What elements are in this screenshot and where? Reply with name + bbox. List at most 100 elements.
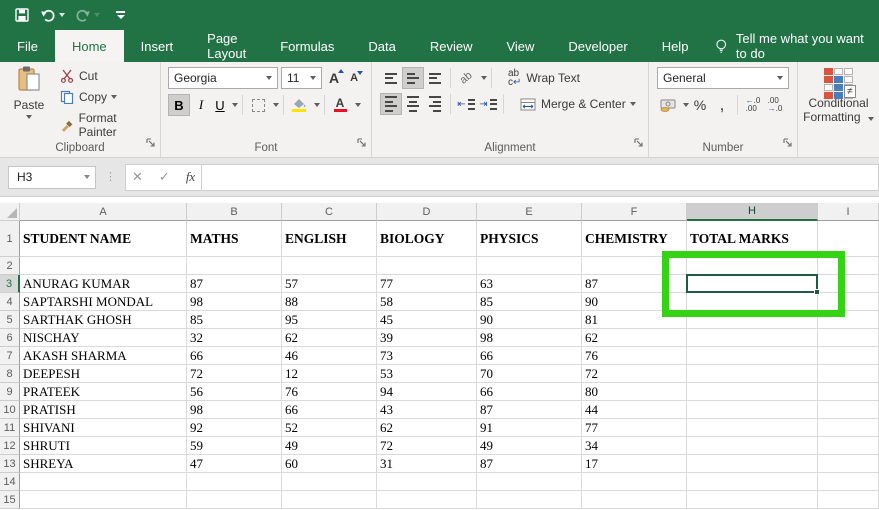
cell-C12[interactable]: 49 xyxy=(282,437,377,455)
cell-A5[interactable]: SARTHAK GHOSH xyxy=(20,311,187,329)
cell-A4[interactable]: SAPTARSHI MONDAL xyxy=(20,293,187,311)
font-color-button[interactable]: A xyxy=(329,94,351,116)
cell-C9[interactable]: 76 xyxy=(282,383,377,401)
cell-F13[interactable]: 17 xyxy=(582,455,687,473)
cell-D13[interactable]: 31 xyxy=(377,455,477,473)
cell-E12[interactable]: 49 xyxy=(477,437,582,455)
row-header-5[interactable]: 5 xyxy=(0,311,20,329)
cell-H6[interactable] xyxy=(687,329,818,347)
decrease-indent-button[interactable]: ⇤ xyxy=(455,93,477,115)
percent-style-button[interactable]: % xyxy=(689,94,711,116)
cell-D8[interactable]: 53 xyxy=(377,365,477,383)
increase-font-size-button[interactable]: A xyxy=(325,70,343,86)
font-color-caret[interactable] xyxy=(355,103,361,107)
column-header-F[interactable]: F xyxy=(582,203,687,221)
cell-A15[interactable] xyxy=(20,491,187,509)
cell-A1[interactable]: STUDENT NAME xyxy=(20,221,187,257)
cell-F11[interactable]: 77 xyxy=(582,419,687,437)
save-icon[interactable] xyxy=(14,7,30,23)
cell-I13[interactable] xyxy=(818,455,879,473)
cell-F15[interactable] xyxy=(582,491,687,509)
cell-E10[interactable]: 87 xyxy=(477,401,582,419)
column-header-B[interactable]: B xyxy=(187,203,282,221)
column-header-C[interactable]: C xyxy=(282,203,377,221)
cell-B7[interactable]: 66 xyxy=(187,347,282,365)
underline-button[interactable]: U xyxy=(212,94,228,116)
align-center-button[interactable] xyxy=(402,93,424,115)
fill-color-caret[interactable] xyxy=(314,103,320,107)
cell-E3[interactable]: 63 xyxy=(477,275,582,293)
cell-F10[interactable]: 44 xyxy=(582,401,687,419)
tab-developer[interactable]: Developer xyxy=(551,30,644,62)
borders-button[interactable] xyxy=(247,94,269,116)
fill-color-button[interactable] xyxy=(288,94,310,116)
row-header-7[interactable]: 7 xyxy=(0,347,20,365)
cell-B2[interactable] xyxy=(187,257,282,275)
cell-C7[interactable]: 46 xyxy=(282,347,377,365)
tab-page-layout[interactable]: Page Layout xyxy=(190,30,263,62)
row-header-6[interactable]: 6 xyxy=(0,329,20,347)
cell-C3[interactable]: 57 xyxy=(282,275,377,293)
cell-E11[interactable]: 91 xyxy=(477,419,582,437)
cell-A12[interactable]: SHRUTI xyxy=(20,437,187,455)
tab-review[interactable]: Review xyxy=(413,30,490,62)
cell-A2[interactable] xyxy=(20,257,187,275)
row-header-3[interactable]: 3 xyxy=(0,275,20,293)
bottom-align-button[interactable] xyxy=(424,67,446,89)
cell-B4[interactable]: 98 xyxy=(187,293,282,311)
cell-E8[interactable]: 70 xyxy=(477,365,582,383)
italic-button[interactable]: I xyxy=(190,94,212,116)
redo-button[interactable] xyxy=(75,8,100,23)
cell-F7[interactable]: 76 xyxy=(582,347,687,365)
cell-D4[interactable]: 58 xyxy=(377,293,477,311)
cell-C10[interactable]: 66 xyxy=(282,401,377,419)
cell-F6[interactable]: 62 xyxy=(582,329,687,347)
column-header-E[interactable]: E xyxy=(477,203,582,221)
cut-button[interactable]: Cut xyxy=(56,67,160,85)
cell-C4[interactable]: 88 xyxy=(282,293,377,311)
underline-caret[interactable] xyxy=(232,103,238,107)
tab-insert[interactable]: Insert xyxy=(124,30,191,62)
cell-A13[interactable]: SHREYA xyxy=(20,455,187,473)
middle-align-button[interactable] xyxy=(402,67,424,89)
tab-home[interactable]: Home xyxy=(55,30,124,62)
cell-F9[interactable]: 80 xyxy=(582,383,687,401)
cell-C15[interactable] xyxy=(282,491,377,509)
row-header-11[interactable]: 11 xyxy=(0,419,20,437)
row-header-15[interactable]: 15 xyxy=(0,491,20,509)
cell-B8[interactable]: 72 xyxy=(187,365,282,383)
cell-D1[interactable]: BIOLOGY xyxy=(377,221,477,257)
cell-B15[interactable] xyxy=(187,491,282,509)
cell-E14[interactable] xyxy=(477,473,582,491)
cell-F12[interactable]: 34 xyxy=(582,437,687,455)
accounting-format-button[interactable] xyxy=(657,94,679,116)
orientation-button[interactable]: ab xyxy=(455,67,477,89)
column-header-I[interactable]: I xyxy=(818,203,879,221)
cell-D10[interactable]: 43 xyxy=(377,401,477,419)
cell-B13[interactable]: 47 xyxy=(187,455,282,473)
cell-A11[interactable]: SHIVANI xyxy=(20,419,187,437)
wrap-text-button[interactable]: abc↵ Wrap Text xyxy=(504,67,584,89)
borders-caret[interactable] xyxy=(273,103,279,107)
cell-D3[interactable]: 77 xyxy=(377,275,477,293)
copy-button[interactable]: Copy xyxy=(56,88,160,106)
cell-H15[interactable] xyxy=(687,491,818,509)
cell-C14[interactable] xyxy=(282,473,377,491)
cell-H12[interactable] xyxy=(687,437,818,455)
cell-B12[interactable]: 59 xyxy=(187,437,282,455)
row-header-8[interactable]: 8 xyxy=(0,365,20,383)
cell-E5[interactable]: 90 xyxy=(477,311,582,329)
cell-E13[interactable]: 87 xyxy=(477,455,582,473)
cell-D6[interactable]: 39 xyxy=(377,329,477,347)
cell-I10[interactable] xyxy=(818,401,879,419)
row-header-2[interactable]: 2 xyxy=(0,257,20,275)
number-format-select[interactable]: General xyxy=(657,67,789,89)
cell-C11[interactable]: 52 xyxy=(282,419,377,437)
orientation-caret[interactable] xyxy=(481,76,487,80)
column-header-D[interactable]: D xyxy=(377,203,477,221)
row-header-12[interactable]: 12 xyxy=(0,437,20,455)
cell-E15[interactable] xyxy=(477,491,582,509)
row-header-10[interactable]: 10 xyxy=(0,401,20,419)
cell-B11[interactable]: 92 xyxy=(187,419,282,437)
tab-view[interactable]: View xyxy=(489,30,551,62)
